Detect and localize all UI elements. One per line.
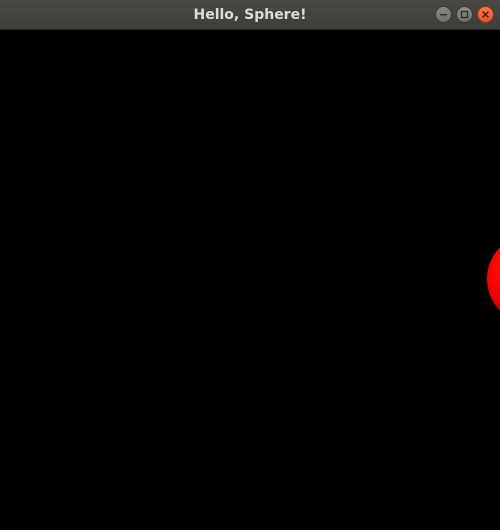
scene-canvas — [0, 30, 500, 530]
window-title: Hello, Sphere! — [193, 7, 307, 23]
maximize-icon — [460, 10, 469, 19]
title-bar[interactable]: Hello, Sphere! — [0, 0, 500, 30]
scene-background — [0, 30, 500, 530]
minimize-button[interactable] — [435, 6, 452, 23]
window-controls — [435, 6, 494, 24]
close-icon — [482, 11, 489, 18]
app-window: Hello, Sphere! — [0, 0, 500, 530]
close-button[interactable] — [477, 6, 494, 23]
render-viewport[interactable] — [0, 30, 500, 530]
maximize-button[interactable] — [456, 6, 473, 23]
minimize-icon — [440, 14, 447, 16]
